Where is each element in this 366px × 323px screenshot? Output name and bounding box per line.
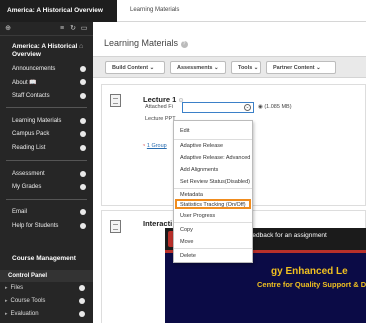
menu-divider (174, 188, 252, 189)
group-link[interactable]: ◔ 1 Group (142, 143, 167, 149)
item-options-icon[interactable] (79, 311, 85, 317)
banner-text: feedback for an assignment (247, 232, 327, 239)
control-panel-heading[interactable]: Control Panel (0, 270, 93, 282)
menu-item-adaptive-release-advanced[interactable]: Adaptive Release: Advanced (180, 155, 250, 161)
expand-arrow-icon: ▸ (5, 298, 8, 304)
menu-item-metadata[interactable]: Metadata (180, 192, 203, 198)
control-panel-item-course-tools[interactable]: ▸ Course Tools (5, 298, 90, 304)
item-options-icon[interactable] (80, 223, 86, 229)
video-subtitle-text: Centre for Quality Support & Dev (257, 280, 366, 289)
course-menu-sidebar: ⊕ ≡ ↻ ▭ America: A Historical Overview ⌂… (0, 22, 93, 323)
menu-item-delete[interactable]: Delete (180, 253, 196, 259)
item-options-icon[interactable] (79, 285, 85, 291)
item-options-icon[interactable] (80, 79, 86, 85)
document-icon (110, 220, 121, 233)
tracking-icon: ◔ (142, 143, 146, 149)
item-options-icon[interactable] (79, 298, 85, 304)
course-name[interactable]: America: A Historical Overview (12, 43, 80, 59)
chevron-down-icon[interactable]: ⌄ (244, 104, 251, 111)
item-options-icon[interactable] (80, 93, 86, 99)
item-options-icon[interactable] (80, 209, 86, 215)
item-options-icon[interactable] (80, 171, 86, 177)
window-icon[interactable]: ▭ (80, 25, 88, 33)
menu-item-move[interactable]: Move (180, 239, 193, 245)
sidebar-toolbar: ⊕ ≡ ↻ ▭ (0, 22, 93, 36)
course-management-heading: Course Management (12, 255, 76, 262)
item-title[interactable]: Lecture 1 ⊙ (143, 95, 183, 104)
control-panel-item-files[interactable]: ▸ Files (5, 285, 90, 291)
attached-files-label: Attached Fi (145, 104, 173, 110)
action-bar: Build Content ⌄ Assessments ⌄ Tools ⌄ Pa… (93, 56, 366, 78)
partner-content-button[interactable]: Partner Content ⌄ (266, 61, 336, 74)
menu-item-set-review-status[interactable]: Set Review Status(Disabled) (180, 179, 250, 185)
course-title-tab[interactable]: America: A Historical Overview (0, 0, 117, 22)
item-options-combobox[interactable]: ⌄ (182, 102, 254, 113)
menu-item-adaptive-release[interactable]: Adaptive Release (180, 143, 223, 149)
breadcrumb[interactable]: Learning Materials (130, 7, 179, 13)
build-content-button[interactable]: Build Content ⌄ (105, 61, 165, 74)
assessments-button[interactable]: Assessments ⌄ (170, 61, 226, 74)
menu-divider (174, 248, 252, 249)
expand-arrow-icon: ▸ (5, 311, 8, 317)
document-icon (110, 94, 121, 107)
menu-divider (174, 139, 252, 140)
item-title[interactable]: Interacti (143, 219, 172, 228)
menu-item-user-progress[interactable]: User Progress (180, 213, 215, 219)
sidebar-item-campus-pack[interactable]: Campus Pack (12, 131, 92, 137)
expand-arrow-icon: ▸ (5, 285, 8, 291)
home-icon[interactable]: ⌂ (79, 43, 83, 50)
item-options-icon[interactable] (80, 131, 86, 137)
tools-button[interactable]: Tools ⌄ (231, 61, 261, 74)
list-view-icon[interactable]: ≡ (58, 25, 66, 33)
menu-item-edit[interactable]: Edit (180, 128, 189, 134)
menu-item-statistics-tracking[interactable]: Statistics Tracking (On/Off) (180, 202, 246, 208)
sidebar-item-my-grades[interactable]: My Grades (12, 184, 92, 190)
add-menu-item-icon[interactable]: ⊕ (4, 25, 12, 33)
control-panel-item-evaluation[interactable]: ▸ Evaluation (5, 311, 90, 317)
help-icon[interactable]: ? (180, 41, 188, 48)
sidebar-item-about[interactable]: About 📖 (12, 79, 92, 86)
menu-divider (174, 222, 252, 223)
video-title-text: gy Enhanced Le (271, 266, 348, 277)
sidebar-item-learning-materials[interactable]: Learning Materials (12, 118, 92, 124)
page-title: Learning Materials ? (104, 38, 188, 48)
sidebar-item-email[interactable]: Email (12, 209, 92, 215)
item-options-icon[interactable] (80, 145, 86, 151)
item-options-icon[interactable] (80, 66, 86, 72)
refresh-icon[interactable]: ↻ (69, 25, 77, 33)
menu-item-copy[interactable]: Copy (180, 227, 193, 233)
sidebar-item-staff-contacts[interactable]: Staff Contacts (12, 93, 92, 99)
item-context-menu: Edit Adaptive Release Adaptive Release: … (173, 120, 253, 263)
item-options-icon[interactable] (80, 118, 86, 124)
top-bar: America: A Historical Overview Learning … (0, 0, 366, 22)
sidebar-divider (6, 107, 87, 108)
menu-item-add-alignments[interactable]: Add Alignments (180, 167, 218, 173)
sidebar-item-reading-list[interactable]: Reading List (12, 145, 92, 151)
lecture-ppt-label: Lecture PPT (145, 116, 176, 122)
sidebar-item-announcements[interactable]: Announcements (12, 66, 92, 72)
sidebar-divider (6, 199, 87, 200)
sidebar-item-help-for-students[interactable]: Help for Students (12, 223, 92, 229)
sidebar-item-assessment[interactable]: Assessment (12, 171, 92, 177)
file-size: ◉ (1.085 MB) (258, 104, 292, 110)
sidebar-divider (6, 160, 87, 161)
item-options-icon[interactable] (80, 184, 86, 190)
